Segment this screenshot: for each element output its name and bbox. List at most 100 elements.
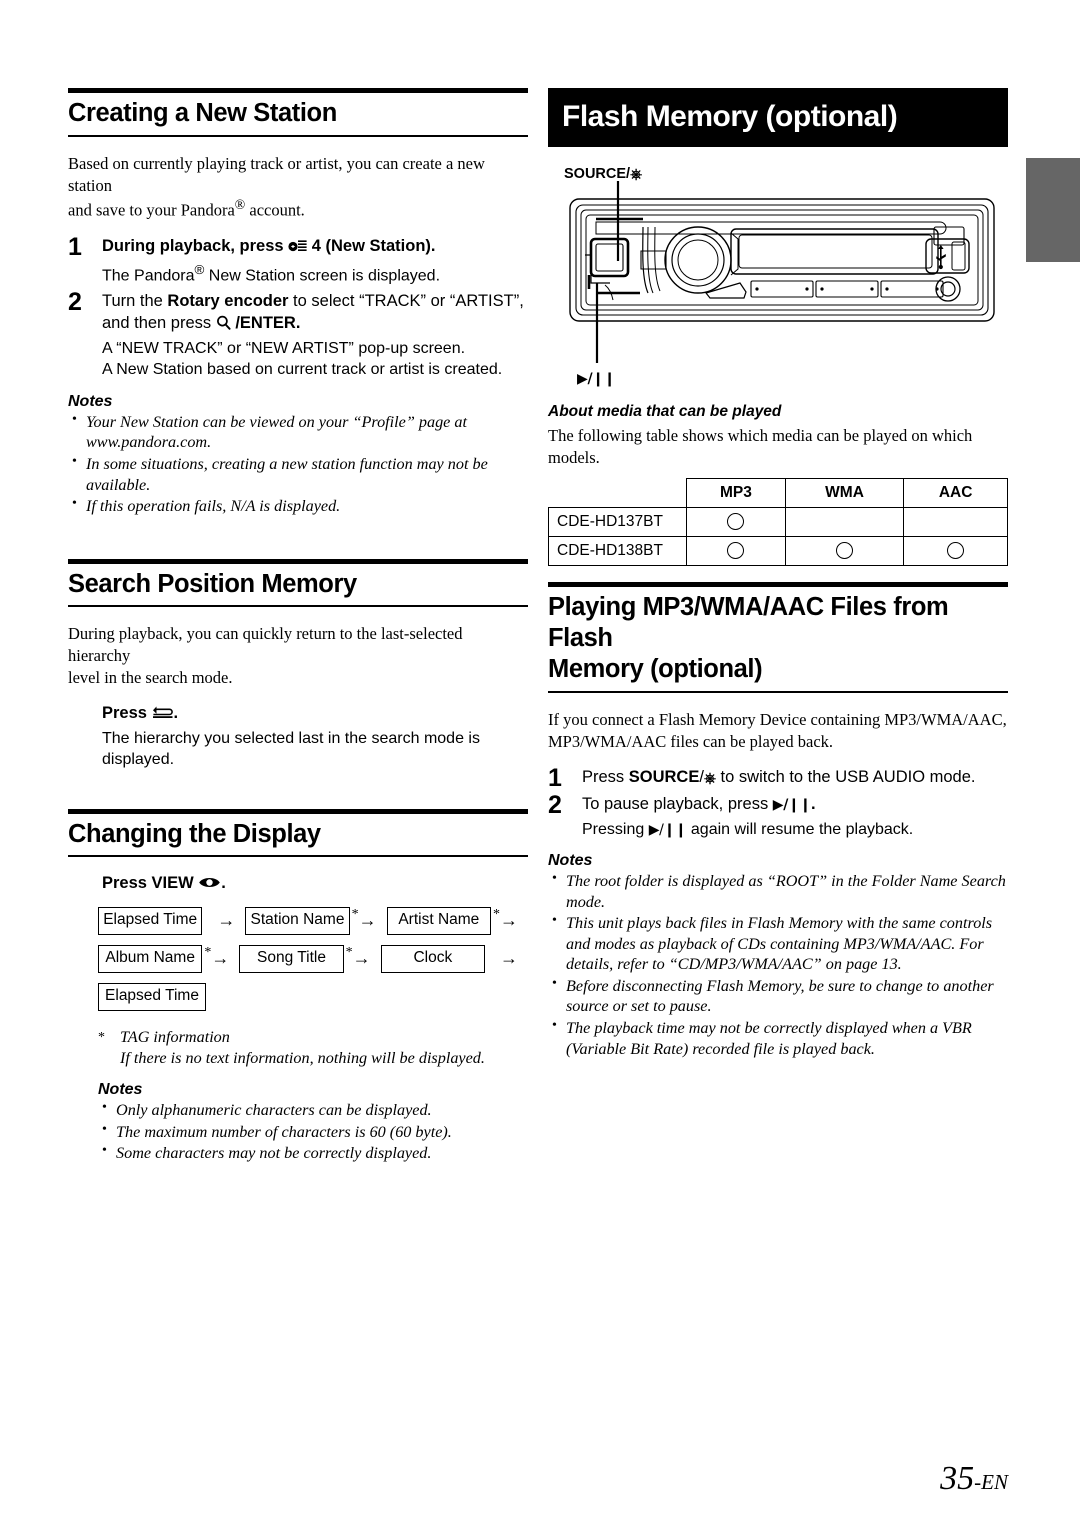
step-number: 2 bbox=[548, 790, 562, 819]
step-2-pause-playback: 2 To pause playback, press ▶/❙❙. Pressin… bbox=[548, 790, 1008, 840]
flow-arrow-icon: → bbox=[358, 910, 377, 931]
search-magnifier-icon bbox=[216, 315, 231, 330]
flow-row-2: Album Name * → Song Title * → Clock * → bbox=[98, 945, 528, 975]
callout-label-source: SOURCE/⎈ bbox=[564, 165, 642, 183]
right-column: Flash Memory (optional) SOURCE/⎈ ▶/❙❙ Ab… bbox=[548, 88, 1008, 1060]
step-body-b: again will resume the playback. bbox=[686, 820, 914, 838]
intro-line-1: During playback, you can quickly return … bbox=[68, 624, 463, 666]
step-body: The Pandora® New Station screen is displ… bbox=[102, 261, 528, 287]
banner-heading-flash-memory: Flash Memory (optional) bbox=[548, 88, 1008, 147]
flow-row-3: Elapsed Time bbox=[98, 983, 528, 1013]
heading-search-position-memory: Search Position Memory bbox=[68, 558, 528, 608]
step-title: Press . bbox=[102, 703, 528, 725]
step-title: Press VIEW . bbox=[102, 873, 528, 895]
step-title-b: . bbox=[221, 874, 226, 893]
step-title: During playback, press 4 (New Station). bbox=[102, 236, 528, 258]
step-number: 1 bbox=[548, 764, 562, 793]
intro-line-1: Based on currently playing track or arti… bbox=[68, 153, 485, 195]
step-title-bold: Rotary encoder bbox=[167, 292, 289, 311]
step-title-b: . bbox=[173, 704, 179, 723]
table-cell-aac bbox=[903, 535, 1008, 566]
flow-box-song-title: Song Title bbox=[239, 945, 344, 973]
flow-box-album-name: Album Name bbox=[98, 945, 203, 973]
footnote-line-2: If there is no text information, nothing… bbox=[120, 1049, 485, 1068]
play-pause-icon: ▶/❙❙ bbox=[648, 821, 687, 838]
step-title-line2-a: and then press bbox=[102, 314, 216, 333]
table-header-wma: WMA bbox=[784, 477, 905, 508]
table-header-row: MP3 WMA AAC bbox=[548, 477, 1008, 508]
step-body: Pressing ▶/❙❙ again will resume the play… bbox=[582, 819, 1008, 840]
intro-line-2: level in the search mode. bbox=[68, 668, 233, 688]
step-title-a: Press VIEW bbox=[102, 874, 199, 893]
table-header-mp3: MP3 bbox=[686, 477, 786, 508]
step-body-line2: A New Station based on current track or … bbox=[102, 361, 503, 379]
tag-information-footnote: * TAG information If there is no text in… bbox=[98, 1027, 528, 1069]
step-title-a: Turn the bbox=[102, 292, 168, 311]
step-title-text: During playback, press bbox=[102, 236, 289, 255]
media-support-table: MP3 WMA AAC CDE-HD137BT CDE-HD138BT bbox=[548, 477, 1008, 566]
search-position-step: Press . The hierarchy you selected last … bbox=[68, 703, 528, 771]
table-cell-wma bbox=[784, 535, 905, 566]
subheading-about-media: About media that can be played bbox=[548, 403, 782, 420]
note-item: Only alphanumeric characters can be disp… bbox=[98, 1099, 528, 1121]
flow-arrow-icon: → bbox=[499, 910, 518, 931]
step-number: 2 bbox=[68, 288, 82, 317]
step-number: 1 bbox=[68, 232, 82, 261]
notes-heading: Notes bbox=[548, 852, 593, 870]
step-title-a: To pause playback, press bbox=[582, 794, 773, 813]
step-2-rotary-encoder: 2 Turn the Rotary encoder to select “TRA… bbox=[68, 288, 528, 380]
notes-list-changing-display: Only alphanumeric characters can be disp… bbox=[98, 1099, 528, 1164]
flow-row-1: Elapsed Time * → Station Name * → Artist… bbox=[98, 907, 528, 937]
heading-changing-the-display: Changing the Display bbox=[68, 808, 528, 858]
flow-box-clock: Clock bbox=[380, 945, 485, 973]
flow-star: * bbox=[204, 945, 212, 961]
flow-box-elapsed-time-end: Elapsed Time bbox=[98, 983, 206, 1011]
note-item: This unit plays back files in Flash Memo… bbox=[548, 912, 1008, 975]
notes-list-creating-station: Your New Station can be viewed on your “… bbox=[68, 411, 528, 517]
media-table-intro: The following table shows which media ca… bbox=[548, 426, 973, 467]
footnote-marker: * bbox=[98, 1030, 105, 1046]
flow-star: * bbox=[492, 907, 500, 923]
supported-circle-icon bbox=[947, 542, 965, 560]
step-body-a: Pressing bbox=[582, 820, 649, 838]
step-title: To pause playback, press ▶/❙❙. bbox=[582, 794, 1008, 816]
intro-line-2a: and save to your Pandora bbox=[68, 200, 235, 220]
play-pause-icon: ▶/❙❙ bbox=[577, 371, 616, 387]
head-unit-svg bbox=[569, 181, 995, 363]
search-position-intro: During playback, you can quickly return … bbox=[68, 623, 528, 689]
step-title-b: to switch to the USB AUDIO mode. bbox=[715, 768, 976, 787]
step-body-line1: A “NEW TRACK” or “NEW ARTIST” pop-up scr… bbox=[102, 339, 466, 357]
eye-view-icon bbox=[198, 875, 221, 890]
table-cell-mp3 bbox=[686, 535, 786, 566]
flow-arrow-icon: → bbox=[499, 948, 518, 969]
note-item: The maximum number of characters is 60 (… bbox=[98, 1121, 528, 1143]
callout-label-play-pause: ▶/❙❙ bbox=[577, 371, 615, 387]
flow-star: * bbox=[345, 945, 353, 961]
callout-source-text: SOURCE/ bbox=[564, 166, 631, 182]
heading-line-2: Memory (optional) bbox=[548, 655, 763, 684]
footnote-line-1: TAG information bbox=[120, 1028, 230, 1047]
menu-list-icon bbox=[288, 239, 307, 253]
language-suffix: -EN bbox=[974, 1470, 1008, 1494]
left-column: Creating a New Station Based on currentl… bbox=[68, 88, 528, 1165]
step-1-press-source: 1 Press SOURCE/⎈ to switch to the USB AU… bbox=[548, 764, 1008, 792]
step-title-text-2: 4 (New Station). bbox=[307, 236, 436, 255]
step-title: Press SOURCE/⎈ to switch to the USB AUDI… bbox=[582, 767, 1008, 789]
registered-mark: ® bbox=[194, 261, 205, 277]
changing-display-notes: Notes Only alphanumeric characters can b… bbox=[98, 1081, 528, 1164]
supported-circle-icon bbox=[727, 542, 745, 560]
table-row: CDE-HD137BT bbox=[548, 506, 1008, 537]
step-title-line2-b: /ENTER. bbox=[230, 314, 301, 333]
note-item: Your New Station can be viewed on your “… bbox=[68, 411, 528, 453]
intro-line-2b: account. bbox=[245, 200, 305, 220]
notes-heading: Notes bbox=[68, 392, 113, 410]
step-title-a: Press bbox=[102, 704, 152, 723]
playing-files-intro: If you connect a Flash Memory Device con… bbox=[548, 709, 1008, 753]
flow-arrow-icon: → bbox=[217, 910, 236, 931]
play-pause-icon: ▶/❙❙ bbox=[772, 796, 811, 813]
heading-creating-new-station: Creating a New Station bbox=[68, 88, 528, 137]
flow-arrow-icon: → bbox=[211, 948, 230, 969]
intro-line-2: MP3/WMA/AAC files can be played back. bbox=[548, 732, 834, 752]
table-row: CDE-HD138BT bbox=[548, 535, 1008, 566]
note-item: In some situations, creating a new stati… bbox=[68, 453, 528, 495]
